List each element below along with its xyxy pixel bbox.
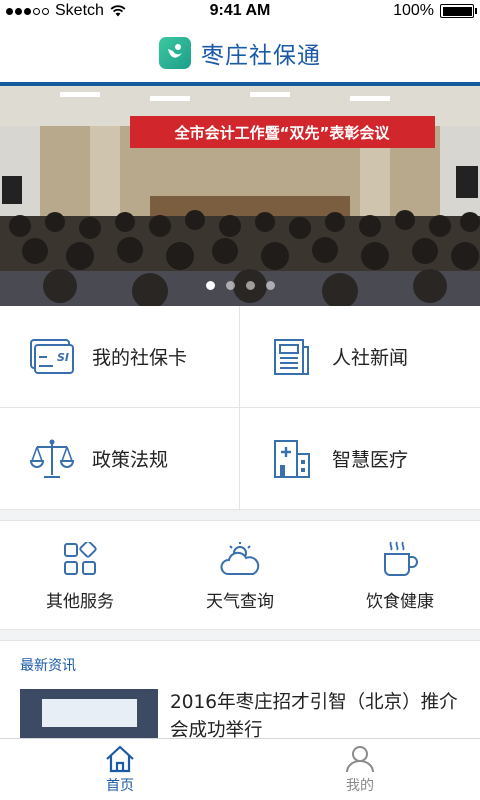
carousel-indicator[interactable] bbox=[0, 281, 480, 290]
service-weather[interactable]: 天气查询 bbox=[160, 521, 320, 629]
banner-photo: 全市会计工作暨“双先”表彰会议 bbox=[0, 86, 480, 306]
carousel-dot[interactable] bbox=[245, 281, 255, 290]
menu-hr-news[interactable]: 人社新闻 bbox=[240, 306, 480, 408]
app-header: 枣庄社保通 bbox=[0, 24, 480, 82]
weather-icon bbox=[220, 539, 260, 579]
hospital-icon bbox=[268, 435, 316, 483]
menu-label: 我的社保卡 bbox=[92, 347, 188, 369]
carousel-dot[interactable] bbox=[205, 281, 215, 290]
menu-label: 人社新闻 bbox=[332, 347, 409, 369]
scales-icon bbox=[28, 435, 76, 483]
news-thumbnail bbox=[20, 689, 158, 740]
main-service-grid: SI 我的社保卡 人社新闻 政策法规 智慧医疗 bbox=[0, 306, 480, 510]
service-label: 天气查询 bbox=[206, 591, 274, 612]
section-title: 最新资讯 bbox=[20, 658, 76, 674]
menu-my-social-security-card[interactable]: SI 我的社保卡 bbox=[0, 306, 240, 408]
social-security-card-icon: SI bbox=[28, 333, 76, 381]
svg-text:SI: SI bbox=[57, 351, 69, 364]
app-title: 枣庄社保通 bbox=[201, 43, 321, 69]
hot-drink-icon bbox=[380, 539, 420, 579]
carousel-dot[interactable] bbox=[225, 281, 235, 290]
newspaper-icon bbox=[268, 333, 316, 381]
service-label: 其他服务 bbox=[46, 591, 114, 612]
tab-home[interactable]: 首页 bbox=[0, 739, 240, 800]
battery-percent: 100% bbox=[393, 2, 434, 19]
tab-me[interactable]: 我的 bbox=[240, 739, 480, 800]
user-icon bbox=[346, 745, 374, 772]
status-right: 100% bbox=[393, 2, 477, 20]
banner-caption: 全市会计工作暨“双先”表彰会议 bbox=[174, 124, 391, 142]
news-headline: 2016年枣庄招才引智（北京）推介会成功举行 bbox=[170, 692, 458, 740]
battery-icon bbox=[440, 4, 477, 18]
tab-label: 我的 bbox=[346, 777, 374, 794]
bottom-tab-bar: 首页 我的 bbox=[0, 738, 480, 800]
service-label: 饮食健康 bbox=[366, 591, 434, 612]
app-logo-icon bbox=[159, 37, 191, 69]
secondary-services: 其他服务 天气查询 饮食健康 bbox=[0, 520, 480, 630]
tab-label: 首页 bbox=[106, 777, 134, 794]
menu-label: 智慧医疗 bbox=[332, 449, 409, 471]
news-item[interactable]: 2016年枣庄招才引智（北京）推介会成功举行 bbox=[20, 689, 460, 740]
service-other[interactable]: 其他服务 bbox=[0, 521, 160, 629]
banner-carousel[interactable]: 全市会计工作暨“双先”表彰会议 bbox=[0, 86, 480, 306]
menu-smart-healthcare[interactable]: 智慧医疗 bbox=[240, 408, 480, 510]
home-icon bbox=[106, 745, 134, 772]
status-bar: Sketch 9:41 AM 100% bbox=[0, 0, 480, 24]
menu-label: 政策法规 bbox=[92, 449, 169, 471]
service-diet-health[interactable]: 饮食健康 bbox=[320, 521, 480, 629]
carousel-dot[interactable] bbox=[265, 281, 275, 290]
menu-policies-regulations[interactable]: 政策法规 bbox=[0, 408, 240, 510]
latest-news-section: 最新资讯 2016年枣庄招才引智（北京）推介会成功举行 bbox=[0, 640, 480, 740]
grid-apps-icon bbox=[60, 539, 100, 579]
